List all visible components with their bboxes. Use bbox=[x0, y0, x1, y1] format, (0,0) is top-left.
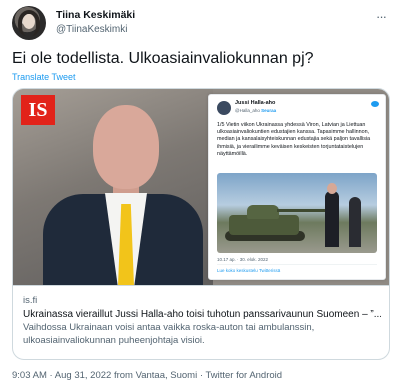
embedded-follow: Seuraa bbox=[261, 108, 277, 113]
embedded-author-name: Jussi Halla-aho bbox=[235, 100, 276, 106]
embedded-tweet-text: 1/5 Vietin viikon Ukrainassa yhdessä Vir… bbox=[217, 122, 371, 157]
author-handle[interactable]: @TiinaKeskimki bbox=[56, 24, 135, 35]
embedded-avatar bbox=[217, 101, 231, 115]
embedded-timestamp: 10.17 ap. · 30. elok. 2022 bbox=[217, 257, 269, 262]
meta-separator-2: · bbox=[197, 370, 206, 381]
author-block[interactable]: Tiina Keskimäki @TiinaKeskimki bbox=[56, 9, 135, 35]
embedded-read-more: Lue koko keskustelu Twitterissä bbox=[217, 268, 281, 273]
tank-gun bbox=[277, 209, 325, 212]
twitter-bird-icon bbox=[371, 101, 379, 107]
translate-tweet-link[interactable]: Translate Tweet bbox=[12, 72, 76, 82]
avatar-face bbox=[23, 14, 35, 29]
avatar[interactable] bbox=[12, 6, 46, 40]
tweet-header: Tiina Keskimäki @TiinaKeskimki ··· bbox=[12, 6, 391, 46]
tank-turret bbox=[247, 205, 279, 219]
card-title: Ukrainassa vieraillut Jussi Halla-aho to… bbox=[23, 309, 381, 320]
person-head bbox=[93, 105, 159, 189]
embedded-tank-photo bbox=[217, 173, 377, 253]
tweet-metadata: 9:03 AM · Aug 31, 2022 from Vantaa, Suom… bbox=[12, 370, 282, 381]
card-image[interactable]: IS Jussi Halla-aho @Halla_aho Seuraa 1/5… bbox=[13, 89, 389, 285]
author-display-name[interactable]: Tiina Keskimäki bbox=[56, 9, 135, 21]
meta-separator-1: · bbox=[46, 370, 55, 381]
embedded-author-handle: @Halla_aho Seuraa bbox=[235, 108, 276, 113]
link-card[interactable]: IS Jussi Halla-aho @Halla_aho Seuraa 1/5… bbox=[12, 88, 390, 360]
meta-from: from bbox=[111, 370, 136, 381]
tweet-source[interactable]: Twitter for Android bbox=[206, 370, 283, 381]
card-body[interactable]: is.fi Ukrainassa vieraillut Jussi Halla-… bbox=[13, 285, 389, 359]
more-options-icon[interactable]: ··· bbox=[371, 10, 391, 28]
embedded-divider bbox=[217, 264, 377, 265]
tweet-location[interactable]: Vantaa, Suomi bbox=[136, 370, 198, 381]
photo-person-2 bbox=[349, 197, 361, 247]
embedded-tweet-screenshot: Jussi Halla-aho @Halla_aho Seuraa 1/5 Vi… bbox=[208, 94, 386, 280]
is-logo: IS bbox=[21, 95, 55, 125]
photo-person-head bbox=[327, 183, 337, 194]
embedded-handle: @Halla_aho bbox=[235, 108, 260, 113]
card-domain: is.fi bbox=[23, 295, 38, 306]
tweet-time[interactable]: 9:03 AM bbox=[12, 370, 47, 381]
tweet-text: Ei ole todellista. Ulkoasiainvaliokunnan… bbox=[12, 50, 314, 67]
tweet-date[interactable]: Aug 31, 2022 bbox=[55, 370, 112, 381]
card-description: Vaihdossa Ukrainaan voisi antaa vaikka r… bbox=[23, 322, 315, 346]
photo-person-body bbox=[325, 191, 339, 247]
